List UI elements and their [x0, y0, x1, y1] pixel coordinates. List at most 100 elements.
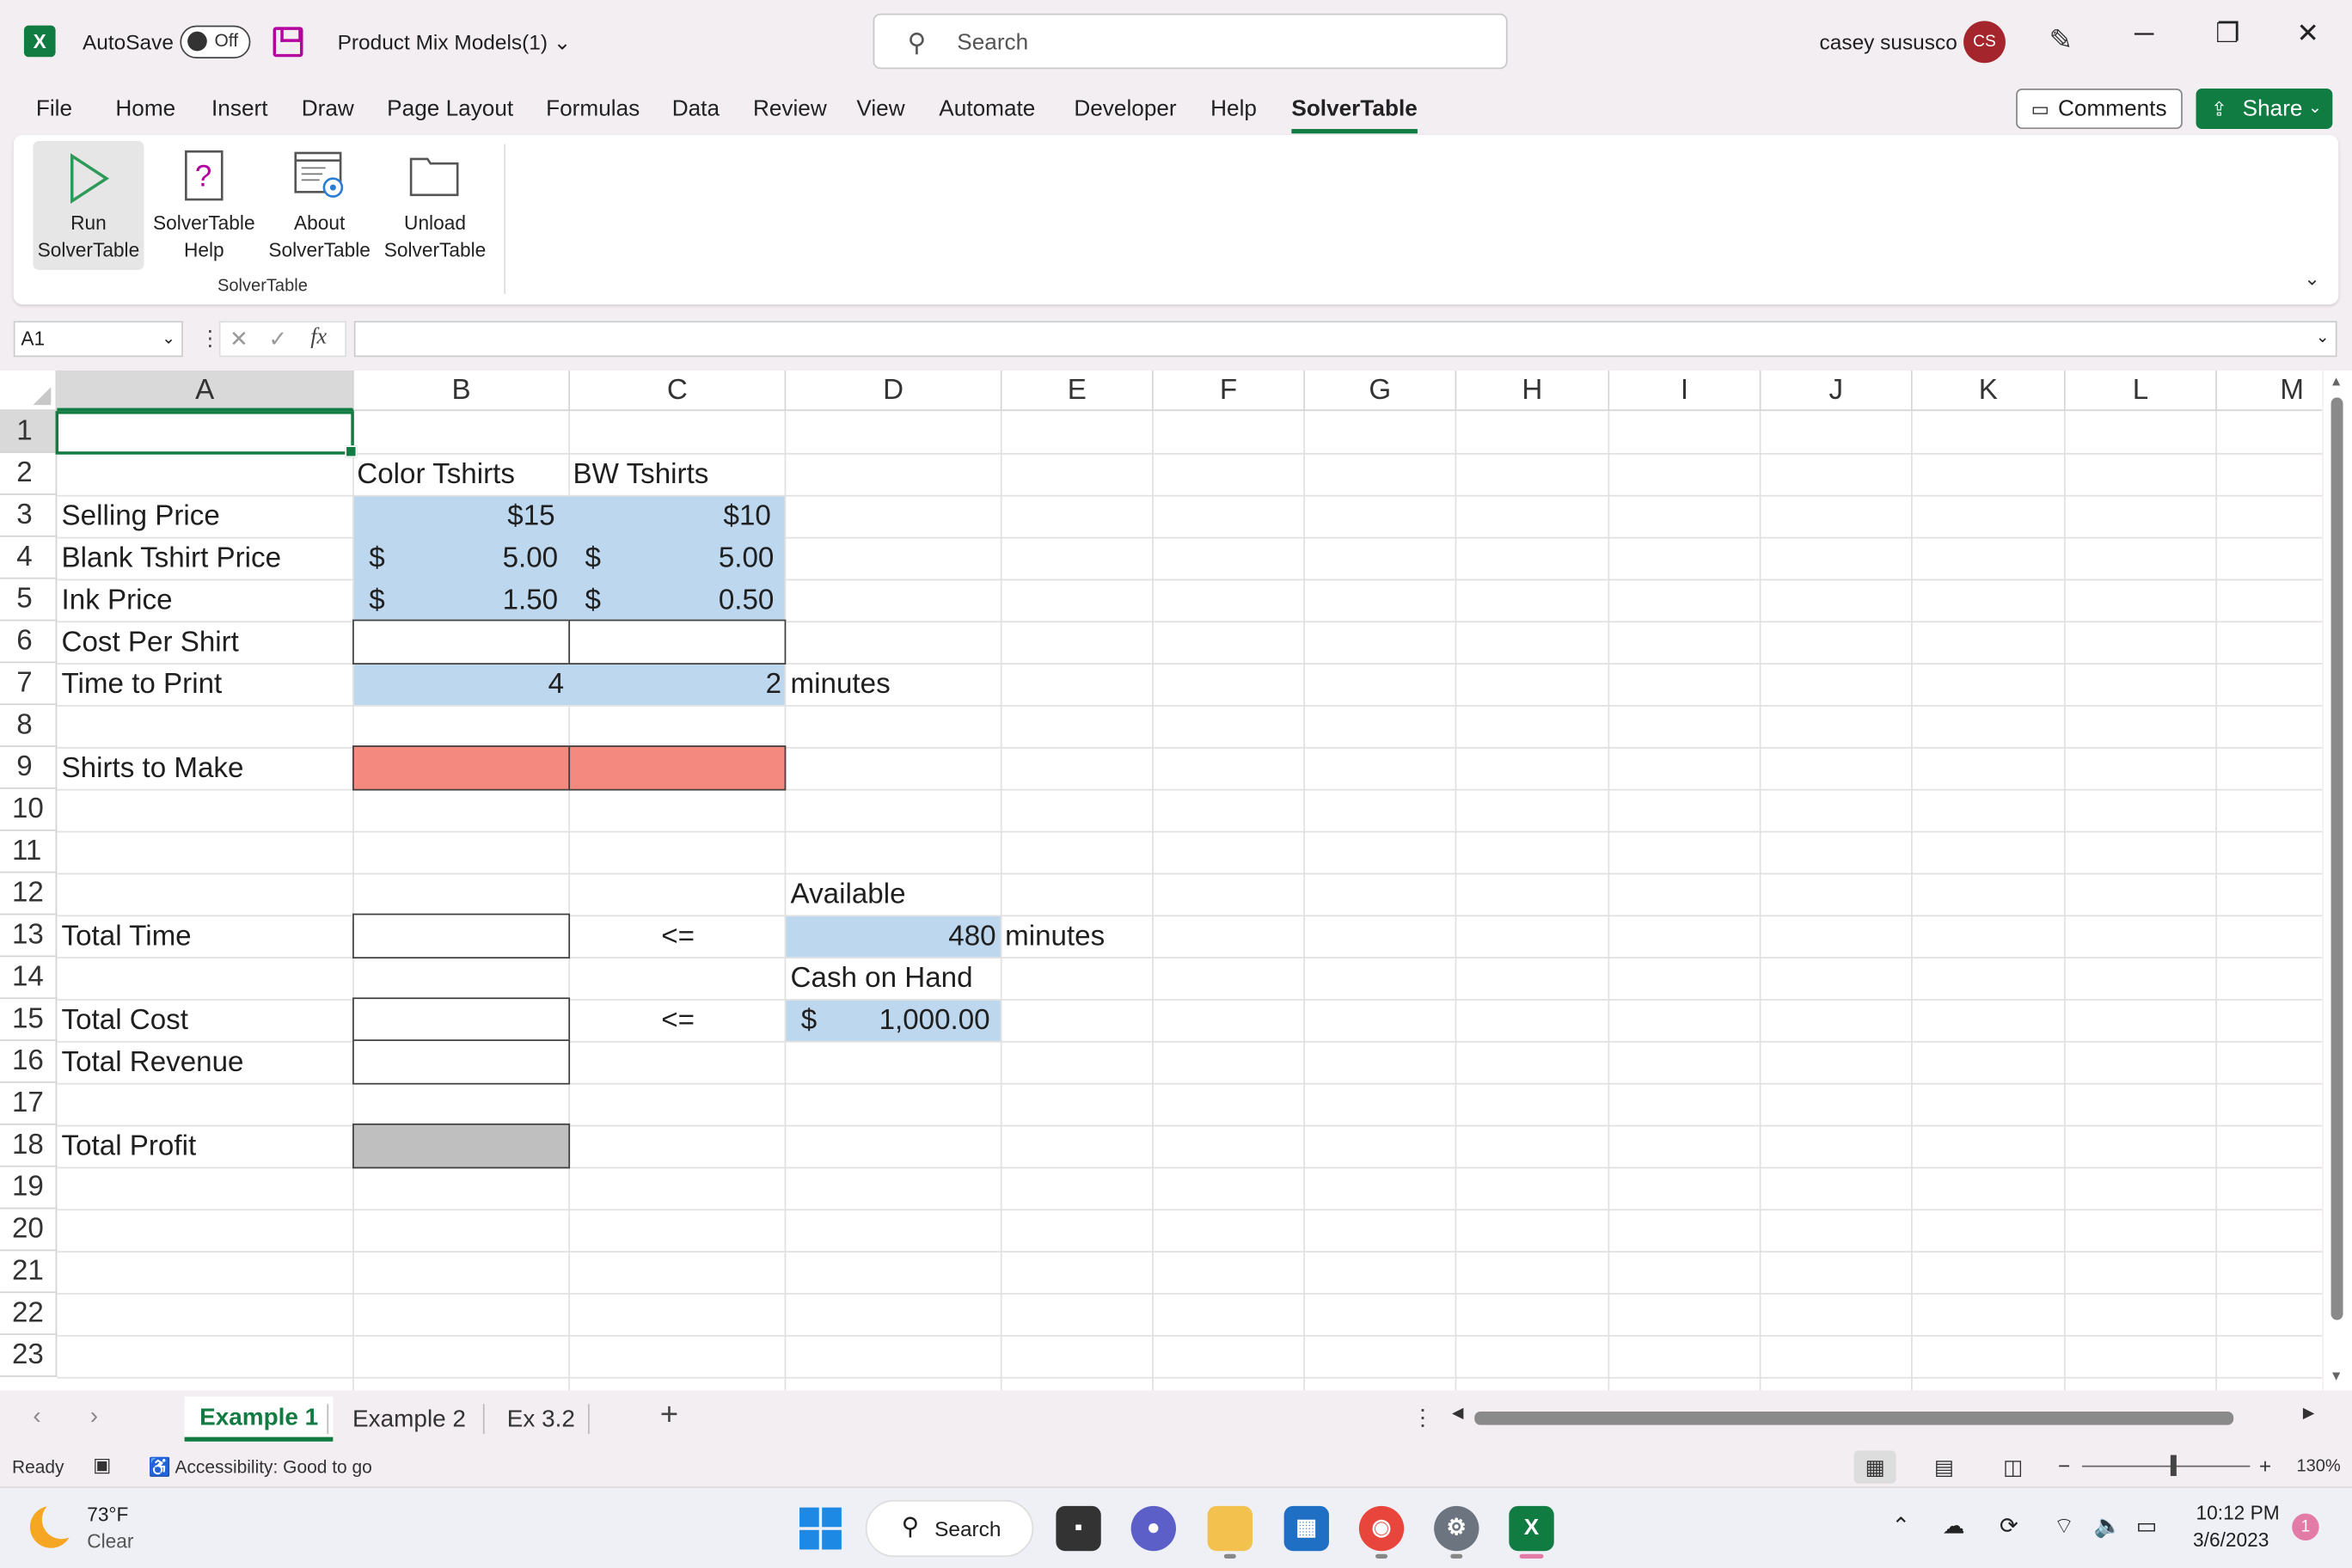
scroll-left-icon[interactable]: ◀ [1452, 1406, 1463, 1422]
column-header-a[interactable]: A [57, 370, 354, 412]
row-header-22[interactable]: 22 [0, 1293, 58, 1335]
solvertable-help-button[interactable]: ? SolverTable Help [149, 141, 260, 270]
cell-A5[interactable]: Ink Price [57, 580, 353, 622]
zoom-slider[interactable] [2081, 1465, 2251, 1467]
tab-draw[interactable]: Draw [302, 96, 354, 122]
column-header-f[interactable]: F [1153, 370, 1306, 412]
cell-C15[interactable]: <= [570, 1001, 786, 1043]
cell-D15[interactable]: $ 1,000.00 [786, 1001, 1001, 1043]
task-view-icon[interactable]: ▪ [1056, 1505, 1101, 1552]
volume-icon[interactable]: 🔈 [2094, 1512, 2122, 1540]
column-header-c[interactable]: C [570, 370, 787, 412]
column-header-h[interactable]: H [1456, 370, 1610, 412]
horizontal-scrollbar[interactable]: ◀ ▶ [1452, 1406, 2314, 1430]
row-header-20[interactable]: 20 [0, 1209, 58, 1252]
tab-page-layout[interactable]: Page Layout [387, 96, 513, 122]
scroll-up-icon[interactable]: ▲ [2330, 373, 2343, 388]
row-header-13[interactable]: 13 [0, 915, 58, 958]
clock-time[interactable]: 10:12 PM [2196, 1502, 2280, 1524]
minimize-button[interactable]: ─ [2135, 18, 2153, 50]
sheet-tab-ex-3-2[interactable]: Ex 3.2 [492, 1398, 590, 1442]
row-header-4[interactable]: 4 [0, 536, 58, 579]
tab-file[interactable]: File [36, 96, 72, 122]
cell-C13[interactable]: <= [570, 916, 786, 959]
cell-B2[interactable]: Color Tshirts [352, 455, 570, 497]
taskbar-search[interactable]: ⚲ Search [865, 1499, 1034, 1558]
row-header-7[interactable]: 7 [0, 663, 58, 706]
tab-home[interactable]: Home [115, 96, 175, 122]
row-header-9[interactable]: 9 [0, 746, 58, 789]
scroll-down-icon[interactable]: ▼ [2330, 1368, 2343, 1382]
autosave-toggle[interactable]: Off [180, 25, 251, 59]
cell-C5[interactable]: $ 0.50 [570, 580, 786, 622]
comments-button[interactable]: ▭ Comments [2016, 88, 2183, 130]
cell-D14[interactable]: Cash on Hand [786, 959, 1001, 1001]
objective-cell-B18[interactable] [352, 1123, 571, 1169]
select-all-corner[interactable] [0, 370, 58, 412]
vertical-scrollbar[interactable]: ▲ ▼ [2323, 370, 2352, 1391]
cancel-icon[interactable]: ✕ [230, 326, 248, 352]
clock-date[interactable]: 3/6/2023 [2193, 1528, 2269, 1551]
column-header-m[interactable]: M [2216, 370, 2323, 412]
column-header-g[interactable]: G [1305, 370, 1457, 412]
column-header-e[interactable]: E [1001, 370, 1154, 412]
more-options-icon[interactable]: ⋮ [1412, 1404, 1434, 1431]
sheet-tab-example-1[interactable]: Example 1 [184, 1396, 334, 1442]
cell-A9[interactable]: Shirts to Make [57, 749, 353, 791]
chevron-up-icon[interactable]: ⌃ [1891, 1512, 1910, 1540]
column-header-j[interactable]: J [1761, 370, 1913, 412]
row-header-3[interactable]: 3 [0, 494, 58, 537]
sync-icon[interactable]: ⟳ [2000, 1512, 2018, 1540]
settings-gear-icon[interactable]: ⚙ [1434, 1505, 1479, 1552]
cell-B7[interactable]: 4 [354, 665, 570, 707]
zoom-level[interactable]: 130% [2296, 1458, 2340, 1476]
cell-B4[interactable]: $ 5.00 [354, 538, 570, 580]
cell-B16[interactable] [352, 1039, 571, 1085]
restore-button[interactable]: ❐ [2215, 18, 2239, 50]
active-cell-A1[interactable] [55, 411, 358, 458]
row-header-5[interactable]: 5 [0, 579, 58, 622]
decision-cell-B9[interactable] [352, 745, 571, 791]
store-icon[interactable]: ▦ [1283, 1505, 1329, 1552]
share-button[interactable]: ⇪ Share ⌄ [2196, 88, 2333, 130]
column-header-b[interactable]: B [353, 370, 571, 412]
row-header-23[interactable]: 23 [0, 1334, 58, 1377]
excel-taskbar-icon[interactable]: X [1509, 1505, 1554, 1552]
row-header-2[interactable]: 2 [0, 452, 58, 495]
decision-cell-C9[interactable] [568, 745, 787, 791]
tab-help[interactable]: Help [1210, 96, 1257, 122]
zoom-slider-thumb[interactable] [2170, 1455, 2177, 1476]
row-header-11[interactable]: 11 [0, 830, 58, 873]
tab-automate[interactable]: Automate [939, 96, 1035, 122]
scroll-thumb[interactable] [1474, 1411, 2234, 1425]
close-button[interactable]: ✕ [2296, 18, 2318, 50]
onedrive-icon[interactable]: ☁ [1943, 1512, 1965, 1540]
chevron-right-icon[interactable]: › [90, 1404, 98, 1430]
cell-E13[interactable]: minutes [1001, 916, 1154, 959]
cell-A16[interactable]: Total Revenue [57, 1043, 353, 1085]
column-header-l[interactable]: L [2065, 370, 2217, 412]
accessibility-status[interactable]: ♿ Accessibility: Good to go [149, 1456, 372, 1477]
tab-solvertable[interactable]: SolverTable [1291, 96, 1418, 134]
cell-B5[interactable]: $ 1.50 [354, 580, 570, 622]
windows-start-icon[interactable] [799, 1507, 842, 1550]
weather-temperature[interactable]: 73°F [87, 1503, 128, 1525]
chrome-icon[interactable]: ◉ [1358, 1505, 1405, 1552]
cell-A7[interactable]: Time to Print [57, 665, 353, 707]
add-sheet-button[interactable]: + [660, 1398, 678, 1434]
avatar[interactable]: CS [1963, 21, 2006, 64]
save-icon[interactable] [273, 27, 303, 58]
row-header-14[interactable]: 14 [0, 957, 58, 1000]
column-header-k[interactable]: K [1912, 370, 2066, 412]
row-header-18[interactable]: 18 [0, 1124, 58, 1167]
zoom-in-button[interactable]: + [2259, 1454, 2271, 1478]
cell-A13[interactable]: Total Time [57, 916, 353, 959]
wifi-icon[interactable]: ⌔ [2054, 1512, 2075, 1540]
page-break-view-button[interactable]: ◫ [1992, 1450, 2034, 1483]
tab-view[interactable]: View [856, 96, 904, 122]
formula-input[interactable]: ⌄ [353, 321, 2337, 358]
row-header-21[interactable]: 21 [0, 1251, 58, 1294]
cell-D13[interactable]: 480 [786, 916, 1001, 959]
tab-data[interactable]: Data [672, 96, 720, 122]
weather-condition[interactable]: Clear [87, 1530, 133, 1553]
